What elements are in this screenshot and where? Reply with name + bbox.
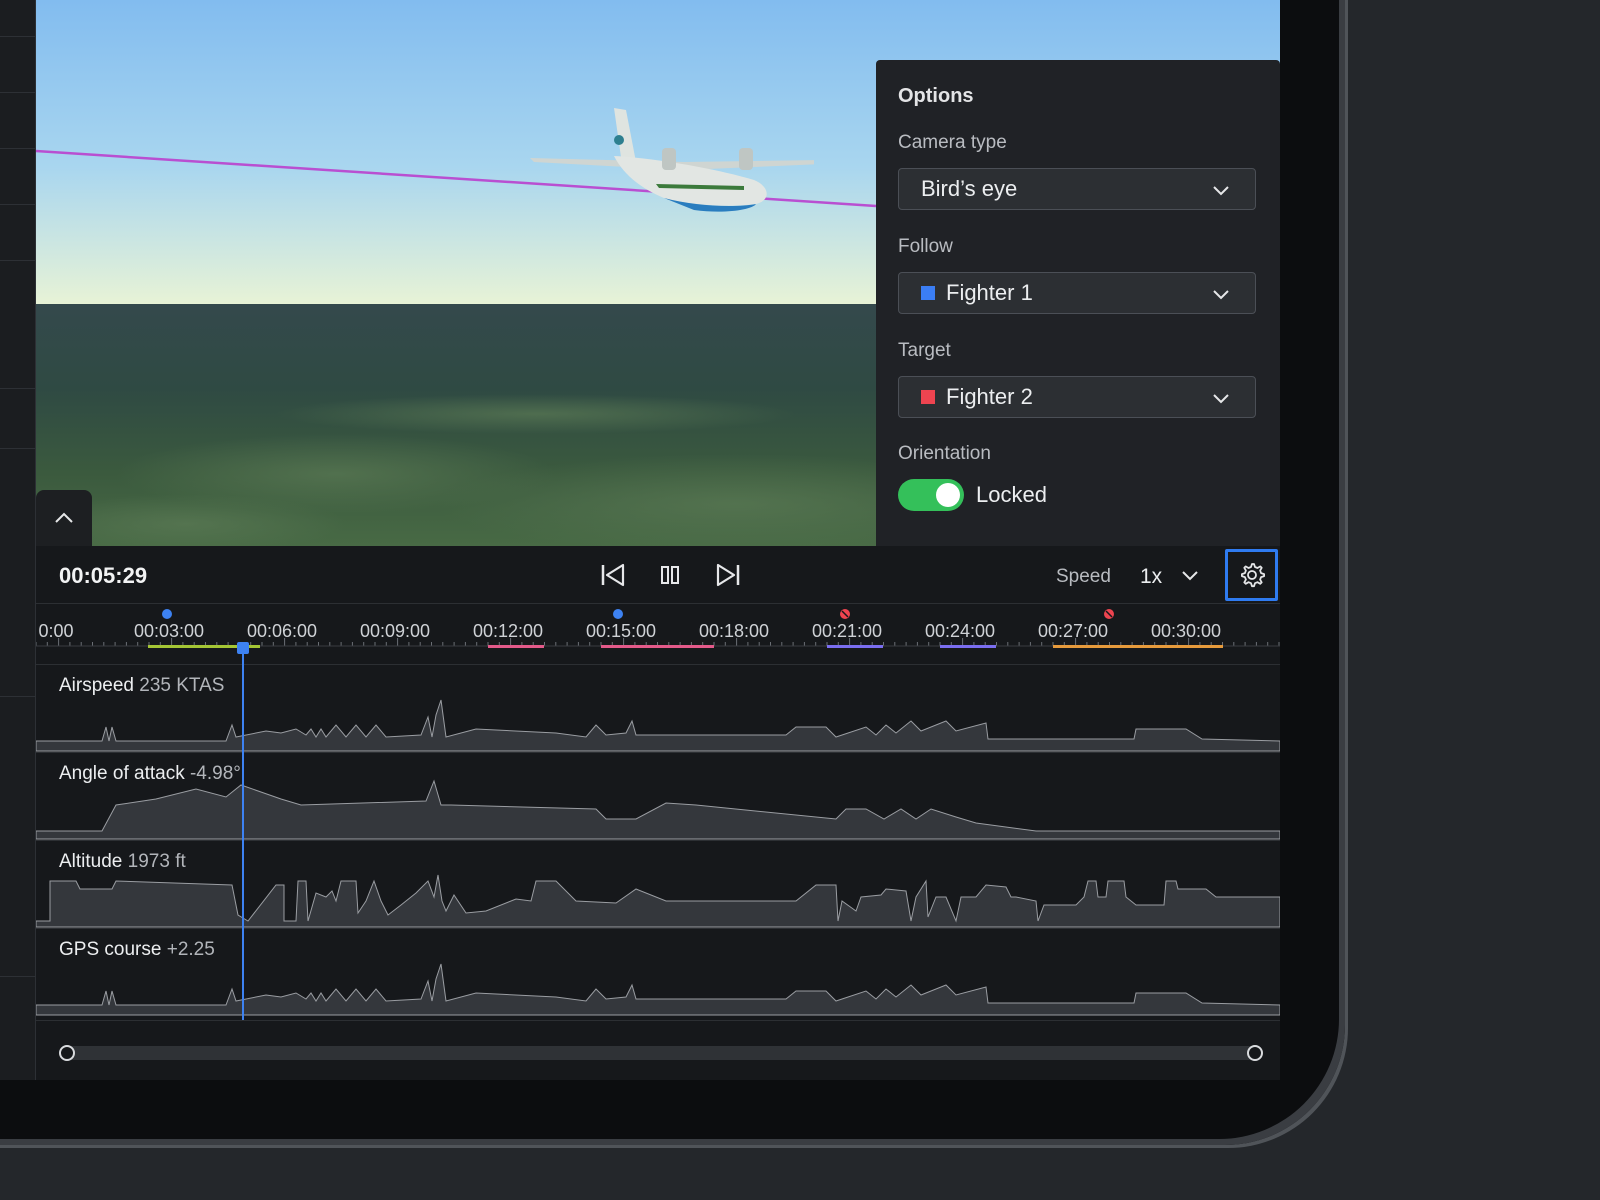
gps-course-sparkline [36, 963, 1280, 1016]
speed-label: Speed [1056, 566, 1111, 587]
playback-controls: 00:05:29 Speed 1x [36, 547, 1280, 604]
graph-label: Airspeed 235 KTAS [59, 675, 225, 696]
sidebar-row[interactable] [0, 36, 35, 93]
camera-type-value: Bird’s eye [921, 176, 1018, 201]
sidebar-row[interactable] [0, 696, 35, 977]
target-value: Fighter 2 [946, 384, 1033, 409]
ruler-ticks [36, 609, 1280, 648]
pause-button[interactable] [656, 561, 684, 594]
camera-type-select[interactable]: Bird’s eye [898, 168, 1256, 210]
scrubber-end-handle[interactable] [1247, 1045, 1263, 1061]
scrubber-track [64, 1046, 1256, 1060]
graph-airspeed[interactable]: Airspeed 235 KTAS [36, 664, 1280, 753]
graph-gps-course[interactable]: GPS course +2.25 [36, 928, 1280, 1017]
pause-icon [661, 566, 679, 584]
skip-forward-button[interactable] [714, 561, 742, 594]
chevron-down-icon [1213, 290, 1229, 300]
app-screen: Options Camera type Bird’s eye Follow Fi… [0, 0, 1280, 1080]
settings-button[interactable] [1225, 549, 1278, 601]
camera-type-label: Camera type [898, 132, 1007, 153]
orientation-value: Locked [976, 482, 1047, 507]
follow-select[interactable]: Fighter 1 [898, 272, 1256, 314]
playhead-handle[interactable] [237, 642, 249, 654]
sidebar-row[interactable] [0, 448, 35, 697]
chevron-down-icon [1213, 394, 1229, 404]
timeline-ruler[interactable]: 0:00 00:03:00 00:06:00 00:09:00 00:12:00 00:1… [36, 604, 1280, 664]
graph-label: Altitude 1973 ft [59, 851, 186, 872]
playhead-line[interactable] [242, 648, 244, 1020]
gear-icon [1240, 563, 1265, 588]
options-panel: Options Camera type Bird’s eye Follow Fi… [876, 60, 1280, 546]
scrubber-start-handle[interactable] [59, 1045, 75, 1061]
follow-color-swatch [921, 286, 935, 300]
chevron-down-icon [1182, 571, 1198, 581]
chevron-up-icon [55, 512, 73, 523]
options-title: Options [898, 85, 974, 107]
target-label: Target [898, 340, 951, 361]
left-sidebar [0, 0, 36, 1080]
graph-angle-of-attack[interactable]: Angle of attack -4.98° [36, 752, 1280, 841]
speed-value: 1x [1140, 565, 1163, 588]
current-time: 00:05:29 [59, 563, 148, 588]
orientation-toggle[interactable] [898, 479, 964, 511]
skip-back-icon [601, 563, 625, 587]
skip-forward-icon [716, 563, 740, 587]
target-select[interactable]: Fighter 2 [898, 376, 1256, 418]
chevron-down-icon [1213, 186, 1229, 196]
target-color-swatch [921, 390, 935, 404]
graph-altitude[interactable]: Altitude 1973 ft [36, 840, 1280, 929]
sidebar-row[interactable] [0, 260, 35, 389]
sidebar-row[interactable] [0, 0, 35, 37]
graph-label: GPS course +2.25 [59, 939, 215, 960]
follow-label: Follow [898, 236, 953, 257]
collapse-panel-button[interactable] [36, 490, 92, 546]
sidebar-row[interactable] [0, 148, 35, 205]
skip-back-button[interactable] [599, 561, 627, 594]
orientation-label: Orientation [898, 443, 991, 464]
altitude-sparkline [36, 874, 1280, 928]
toggle-knob [936, 483, 960, 507]
aircraft-model [530, 108, 814, 212]
graph-label: Angle of attack -4.98° [59, 763, 241, 784]
range-scrubber[interactable] [36, 1020, 1280, 1080]
speed-select[interactable]: 1x [1140, 565, 1198, 589]
sidebar-row[interactable] [0, 388, 35, 449]
sidebar-row[interactable] [0, 92, 35, 149]
sidebar-row[interactable] [0, 204, 35, 261]
follow-value: Fighter 1 [946, 280, 1033, 305]
